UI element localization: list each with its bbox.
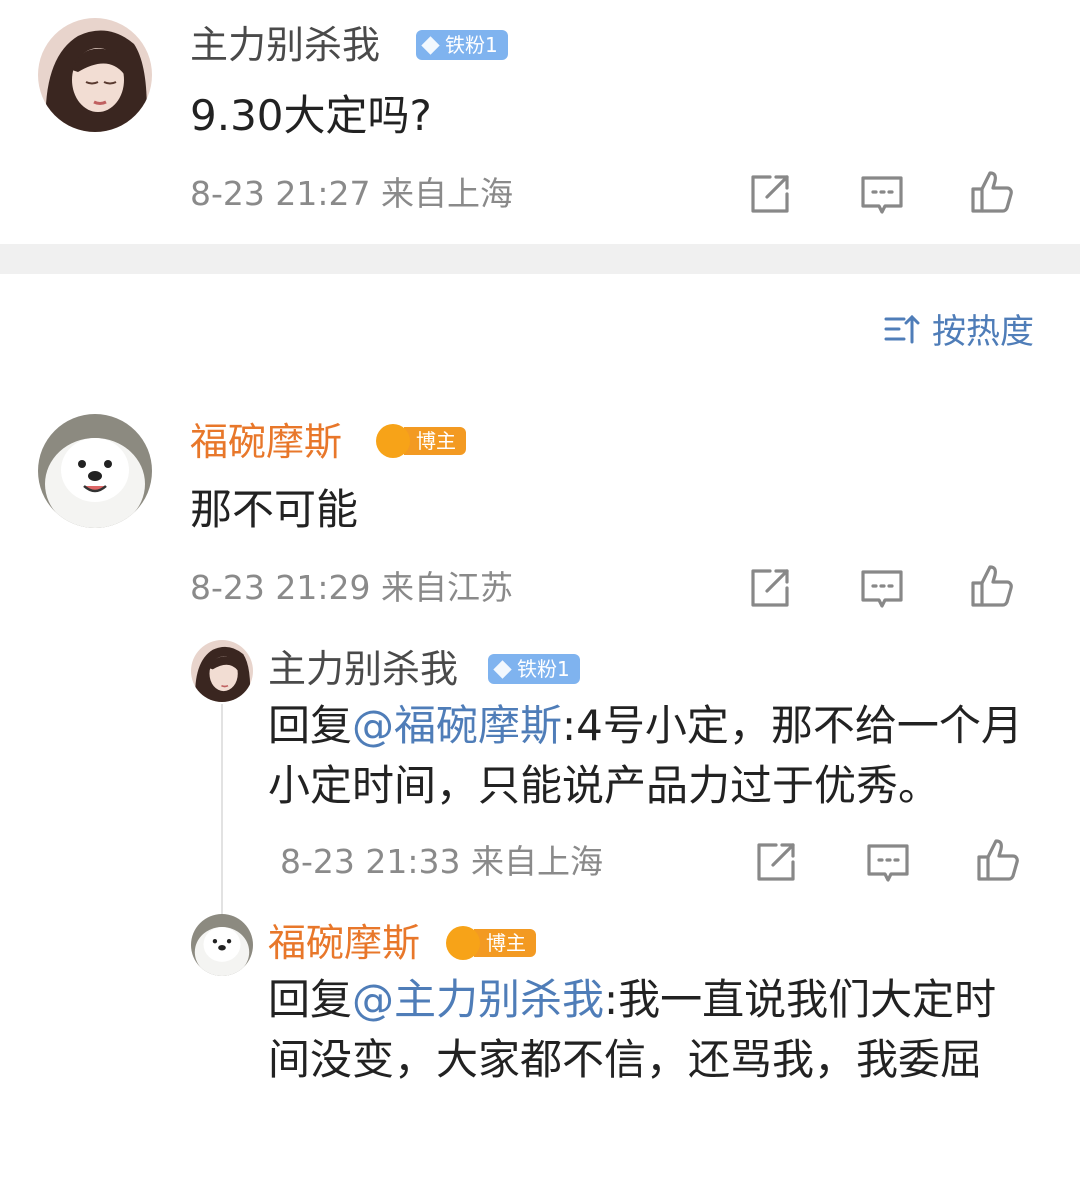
like-button[interactable] (968, 168, 1016, 216)
sort-toggle[interactable]: 按热度 (884, 304, 1034, 353)
avatar[interactable] (191, 914, 253, 976)
comment-meta: 8-23 21:29 来自江苏 (190, 568, 513, 607)
blogger-badge[interactable]: 博主 (446, 926, 536, 960)
avatar[interactable] (38, 414, 152, 528)
comment-text: 那不可能 (190, 485, 359, 534)
post-meta: 8-23 21:27 来自上海 (190, 174, 513, 213)
share-icon (757, 843, 795, 881)
share-icon (751, 175, 789, 213)
post-username[interactable]: 主力别杀我 (190, 26, 380, 64)
reply-text: 回复@主力别杀我:我一直说我们大定时间没变，大家都不信，还骂我，我委屈 (268, 970, 1028, 1090)
like-button[interactable] (968, 562, 1016, 610)
avatar[interactable] (38, 18, 152, 132)
share-icon (751, 569, 789, 607)
blogger-badge-label: 博主 (474, 929, 536, 957)
like-icon (971, 565, 1013, 607)
fan-badge[interactable]: 铁粉1 (416, 30, 508, 60)
comment-icon (867, 844, 909, 882)
share-button[interactable] (752, 838, 800, 886)
comment-icon (861, 570, 903, 608)
mention-link[interactable]: @主力别杀我 (352, 975, 604, 1024)
reply-username[interactable]: 福碗摩斯 (268, 924, 420, 962)
comment-username[interactable]: 福碗摩斯 (190, 423, 342, 461)
comment-button[interactable] (858, 172, 906, 220)
reply-prefix: 回复 (268, 975, 353, 1024)
like-button[interactable] (974, 836, 1022, 884)
sort-icon (884, 314, 920, 343)
diamond-icon (493, 659, 512, 679)
like-icon (971, 171, 1013, 213)
comment-button[interactable] (864, 840, 912, 888)
fan-badge-label: 铁粉1 (445, 33, 498, 57)
fan-badge[interactable]: 铁粉1 (488, 654, 580, 684)
fan-badge-label: 铁粉1 (517, 657, 570, 681)
diamond-icon (421, 35, 440, 55)
blogger-badge[interactable]: 博主 (376, 424, 466, 458)
share-button[interactable] (746, 170, 794, 218)
avatar[interactable] (191, 640, 253, 702)
reply-text: 回复@福碗摩斯:4号小定，那不给一个月小定时间，只能说产品力过于优秀。 (268, 696, 1028, 816)
crown-icon (446, 926, 480, 960)
like-icon (977, 839, 1019, 881)
mention-link[interactable]: @福碗摩斯 (352, 701, 562, 750)
share-button[interactable] (746, 564, 794, 612)
sort-label: 按热度 (932, 312, 1034, 352)
section-divider (0, 244, 1080, 274)
reply-meta: 8-23 21:33 来自上海 (280, 842, 603, 881)
comment-icon (861, 176, 903, 214)
reply-prefix: 回复 (268, 701, 353, 750)
crown-icon (376, 424, 410, 458)
reply-username[interactable]: 主力别杀我 (268, 650, 458, 688)
post-text: 9.30大定吗? (190, 91, 432, 140)
blogger-badge-label: 博主 (404, 427, 466, 455)
thread-line (221, 704, 223, 914)
comment-button[interactable] (858, 566, 906, 614)
